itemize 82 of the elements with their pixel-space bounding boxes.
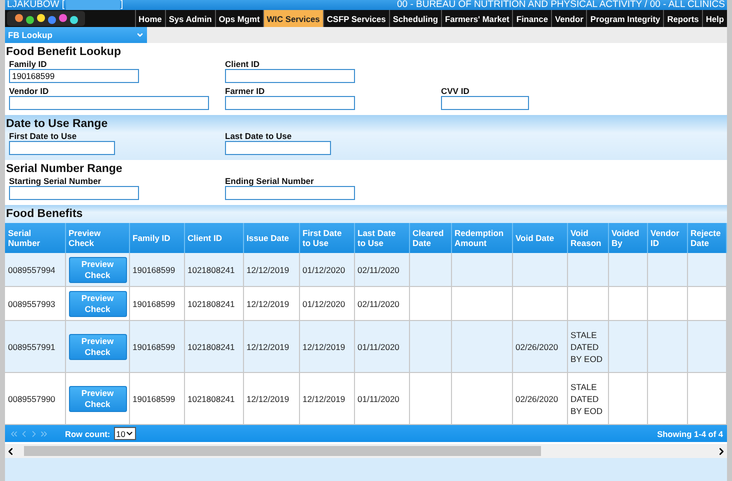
showing-count: Showing 1-4 of 4 [657, 428, 723, 438]
section-title: Food Benefit Lookup [6, 45, 122, 59]
input-field[interactable] [9, 96, 209, 110]
table-cell: 12/12/2019 [246, 342, 290, 352]
table-cell: 12/12/2019 [302, 394, 346, 404]
field-label: Family ID [9, 59, 48, 69]
table-cell: 0089557994 [8, 264, 56, 274]
table-cell: 0089557993 [8, 298, 56, 308]
field-label: CVV ID [441, 86, 470, 96]
table-cell: 190168599 [132, 342, 176, 352]
table-cell: STALE DATED BY EOD [570, 382, 602, 416]
table-cell: 1021808241 [188, 394, 235, 404]
column-header[interactable]: Client ID [184, 223, 243, 253]
input-field[interactable]: 190168599 [9, 69, 139, 83]
input-field[interactable] [225, 69, 355, 83]
table-cell: 02/11/2020 [358, 298, 400, 308]
table-cell: 01/11/2020 [358, 342, 400, 352]
input-field[interactable] [441, 96, 529, 110]
table-cell: 190168599 [132, 264, 176, 274]
table-cell: 1021808241 [188, 342, 235, 352]
preview-check-button[interactable]: Preview Check [68, 256, 126, 282]
column-header[interactable]: Cleared Date [409, 223, 451, 253]
last-page-icon[interactable] [39, 428, 49, 438]
table-cell: 01/11/2020 [358, 394, 400, 404]
row-count-select[interactable]: 10 [114, 427, 136, 440]
field-label: First Date to Use [9, 131, 78, 141]
section-title: Date to Use Range [6, 117, 109, 131]
table-cell: 01/12/2020 [302, 264, 346, 274]
field-label: Vendor ID [9, 86, 50, 96]
table-cell: 02/11/2020 [358, 264, 400, 274]
preview-check-button[interactable]: Preview Check [68, 386, 126, 412]
preview-check-button[interactable]: Preview Check [68, 290, 126, 316]
table-cell: 0089557990 [8, 394, 56, 404]
input-field[interactable] [225, 186, 355, 200]
column-header[interactable]: Family ID [129, 223, 184, 253]
section-title: Food Benefits [6, 207, 84, 221]
column-header[interactable]: Issue Date [243, 223, 299, 253]
column-header[interactable]: Last Date to Use [354, 223, 409, 253]
horizontal-scrollbar[interactable] [5, 444, 727, 458]
preview-check-button[interactable]: Preview Check [68, 334, 126, 360]
row-count-label: Row count: [65, 428, 110, 438]
column-header[interactable]: Rejecte Date [687, 223, 726, 253]
input-field[interactable] [225, 96, 355, 110]
table-cell: STALE DATED BY EOD [570, 330, 602, 364]
table-cell: 02/26/2020 [516, 342, 558, 352]
table-cell: 1021808241 [188, 298, 235, 308]
table-cell: 12/12/2019 [246, 264, 290, 274]
caret-icon [125, 429, 134, 438]
column-header[interactable]: Vendor ID [647, 223, 687, 253]
field-label: Farmer ID [225, 86, 266, 96]
table-cell: 190168599 [132, 394, 176, 404]
field-label: Client ID [225, 59, 260, 69]
first-page-icon[interactable] [9, 428, 19, 438]
column-header[interactable]: Redemption Amount [451, 223, 512, 253]
scroll-thumb[interactable] [24, 446, 541, 456]
input-field[interactable] [9, 186, 139, 200]
username: LJAKUBOW [ ] [7, 0, 124, 10]
input-field[interactable] [225, 141, 331, 155]
table-cell: 01/12/2020 [302, 298, 346, 308]
column-header[interactable]: Preview Check [65, 223, 129, 253]
table-cell: 12/12/2019 [246, 394, 290, 404]
column-header[interactable]: First Date to Use [299, 223, 354, 253]
table-cell: 1021808241 [188, 264, 235, 274]
table-cell: 0089557991 [8, 342, 56, 352]
table-cell: 12/12/2019 [302, 342, 346, 352]
column-header[interactable]: Void Date [512, 223, 567, 253]
input-field[interactable] [9, 141, 115, 155]
section-title: Serial Number Range [6, 162, 124, 176]
table-cell: 02/26/2020 [516, 394, 558, 404]
logo-icon [5, 10, 87, 27]
agency-name: 00 - BUREAU OF NUTRITION AND PHYSICAL ACTIVITY / 00 - ALL CLINICS [396, 0, 725, 10]
column-header[interactable]: Void Reason [567, 223, 608, 253]
field-label: Last Date to Use [225, 131, 293, 141]
column-header[interactable]: Voided By [608, 223, 647, 253]
field-label: Ending Serial Number [225, 176, 315, 186]
field-label: Starting Serial Number [9, 176, 102, 186]
caret-icon [136, 31, 144, 39]
table-cell: 12/12/2019 [246, 298, 290, 308]
column-header[interactable]: Serial Number [5, 223, 65, 253]
table-cell: 190168599 [132, 298, 176, 308]
page-select[interactable]: FB Lookup [5, 27, 147, 43]
menu-item[interactable]: WIC Services [262, 10, 323, 27]
